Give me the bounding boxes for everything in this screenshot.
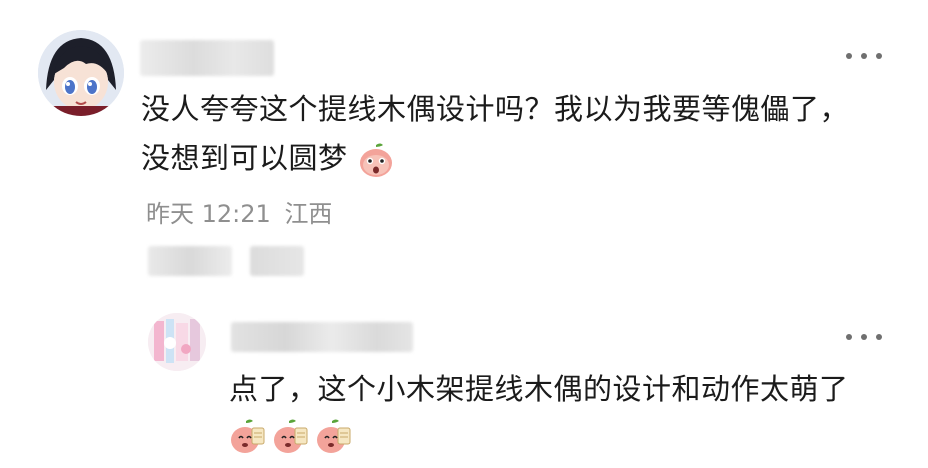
comment-text-line2: 没想到可以圆梦 <box>141 135 395 181</box>
reply-more-dots-icon[interactable] <box>846 331 882 343</box>
peach-sticker-emoji-icon <box>315 418 353 456</box>
reply-emoji-row <box>229 418 353 456</box>
reply-username-blurred[interactable] <box>231 322 413 352</box>
reply-avatar[interactable] <box>148 313 206 371</box>
avatar-image <box>38 30 124 116</box>
comment-text-line1: 没人夸夸这个提线木偶设计吗？我以为我要等傀儡了， <box>141 92 850 126</box>
reply-text: 点了，这个小木架提线木偶的设计和动作太萌了 <box>229 372 849 406</box>
blurred-action-2[interactable] <box>250 246 304 276</box>
comment-time: 昨天 12:21 <box>146 200 271 228</box>
blurred-action-1[interactable] <box>148 246 232 276</box>
reply-avatar-image <box>148 313 206 371</box>
more-dots-icon[interactable] <box>846 50 882 62</box>
peach-shocked-emoji-icon <box>357 141 395 179</box>
peach-sticker-emoji-icon <box>229 418 267 456</box>
comment-meta: 昨天 12:21 江西 <box>146 194 332 229</box>
comment-text-line2-text: 没想到可以圆梦 <box>141 141 348 175</box>
peach-sticker-emoji-icon <box>272 418 310 456</box>
comment-location: 江西 <box>284 200 333 228</box>
username-blurred[interactable] <box>140 40 274 76</box>
avatar[interactable] <box>38 30 124 116</box>
